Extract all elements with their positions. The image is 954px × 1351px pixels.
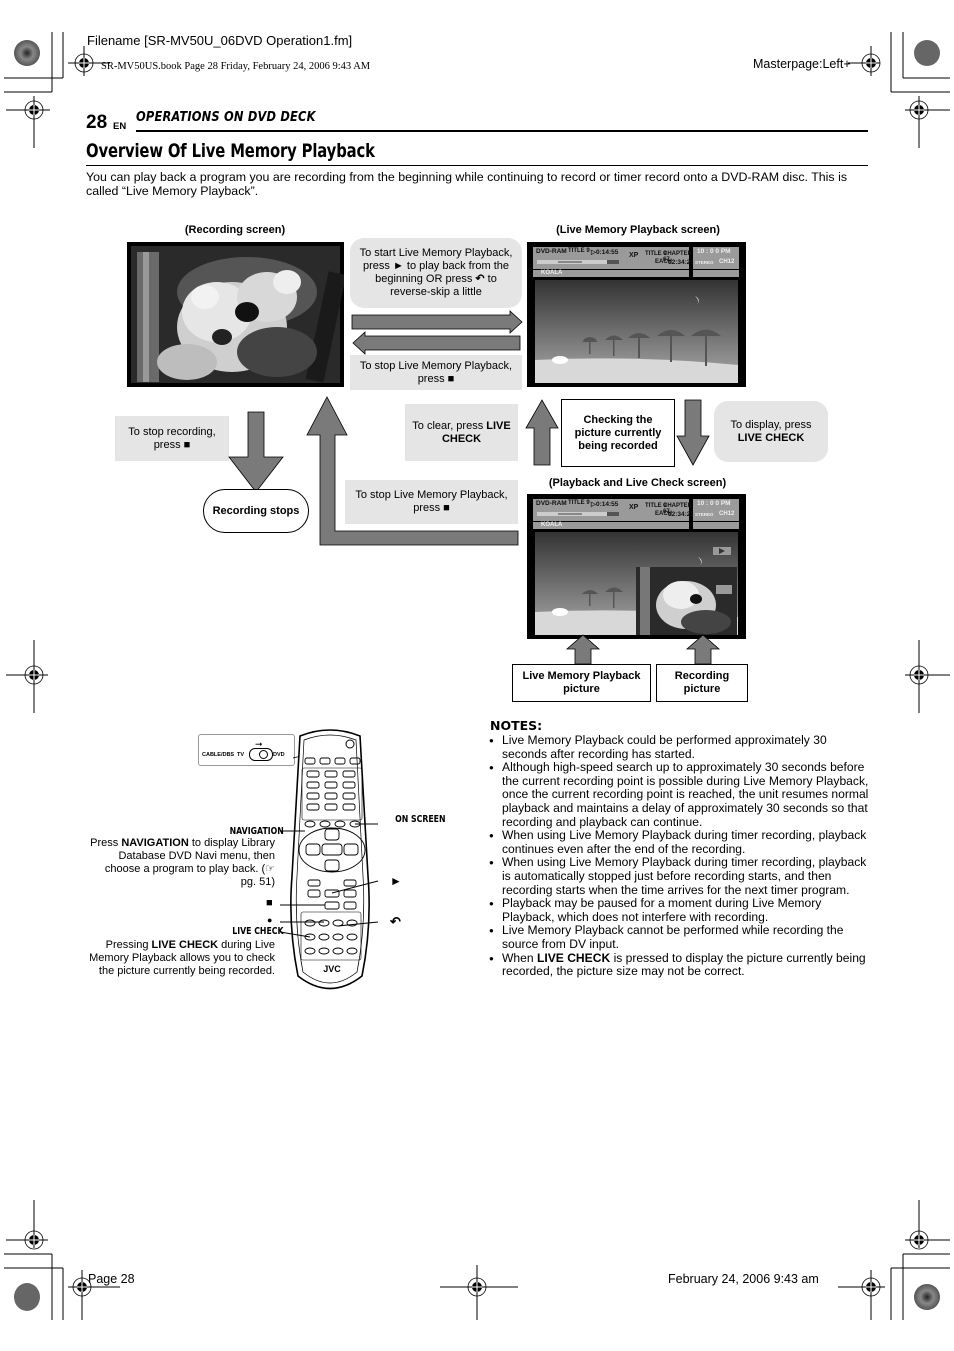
reverse-skip-button-icon: ↶ [390,914,401,929]
stop-icon: ■ [443,502,450,514]
brand-logo: JVC [323,964,341,974]
play-button-icon: ► [390,874,402,888]
page-number: 28 [86,112,108,133]
record-button-icon: ● [267,915,273,925]
up-arrow-clear [525,399,559,466]
horizontal-arrows [351,310,523,355]
recording-screen-caption: (Recording screen) [184,224,286,236]
koala-image [131,246,347,383]
osd-clock-panel: 10 : 0 0 PM STEREO CH12 [693,247,739,269]
clear-instruction: To clear, press LIVE CHECK [405,404,518,461]
footer-page: Page 28 [88,1272,135,1286]
starburst-mark [914,40,940,66]
stop-lmp-instruction-bottom: To stop Live Memory Playback, press ■ [345,480,518,524]
osd-program-name: KOALA [533,522,689,529]
checking-picture-box: Checking the picture currently being rec… [561,399,675,467]
osd-status-panel: DVD-RAM TITLE 9 ▷0:14:55 XP TITLE 9 CHAP… [533,247,694,269]
live-check-label: LIVE CHECK [232,926,284,937]
arrow-right-icon: ➞ [255,739,263,749]
note-item: When LIVE CHECK is pressed to display th… [488,951,870,979]
plc-screen-caption: (Playback and Live Check screen) [548,477,727,489]
navigation-description: Press NAVIGATION to display Library Data… [90,837,275,888]
recording-screen [127,242,347,387]
osd-clock-panel: 10 : 0 0 PM STEREO CH12 [693,499,739,521]
record-indicator-icon [716,585,732,594]
section-rule [136,130,868,132]
recording-stops-terminal: Recording stops [203,489,309,533]
recording-pip-image [636,567,737,635]
starburst-mark [914,1284,940,1310]
notes-list: Live Memory Playback could be performed … [488,733,870,979]
title-rule [86,165,868,166]
plc-screen: DVD-RAM TITLE 9 ▷0:14:55 XP TITLE 9 CHAP… [527,494,746,639]
note-item: Live Memory Playback could be performed … [488,733,870,761]
osd-status-panel: DVD-RAM TITLE 9 ▷0:14:55 XP TITLE 9 CHAP… [533,499,694,521]
masterpage-label: Masterpage:Left+ [753,57,851,71]
reverse-skip-icon: ↶ [475,273,485,285]
osd-progress-bar [537,260,619,264]
footer-date: February 24, 2006 9:43 am [668,1272,819,1286]
intro-paragraph: You can play back a program you are reco… [86,170,848,198]
stop-button-icon: ■ [266,897,273,909]
section-title: OPERATIONS ON DVD DECK [136,110,316,125]
book-line: SR-MV50US.book Page 28 Friday, February … [101,61,371,72]
filename-header: Filename [SR-MV50U_06DVD Operation1.fm] [87,33,353,48]
stop-lmp-instruction-top: To stop Live Memory Playback, press ■ [350,355,522,390]
left-arrow [352,331,521,355]
navigation-label: NAVIGATION [229,826,284,837]
down-arrow-recording [228,411,284,493]
note-item: Although high-speed search up to approxi… [488,760,870,829]
note-item: When using Live Memory Playback during t… [488,856,870,897]
starburst-mark [14,1283,40,1311]
start-lmp-instruction: To start Live Memory Playback, press ► t… [350,238,522,308]
right-arrow [351,310,523,334]
stop-icon: ■ [447,372,455,385]
live-check-description: Pressing LIVE CHECK during Live Memory P… [89,939,275,977]
osd-program-name: KOALA [533,270,689,277]
lmp-picture-label: Live Memory Playback picture [512,664,651,702]
lmp-screen-caption: (Live Memory Playback screen) [556,224,720,236]
stop-recording-instruction: To stop recording, press ■ [115,416,229,461]
display-instruction: To display, press LIVE CHECK [714,401,828,462]
note-item: When using Live Memory Playback during t… [488,828,870,856]
language-tag: EN [113,121,127,132]
up-arrow-recording-picture [685,634,721,665]
lmp-screen: DVD-RAM TITLE 9 ▷0:14:55 XP TITLE 9 CHAP… [527,242,746,387]
beach-scene-image [535,280,738,383]
play-icon: ► [392,260,404,272]
note-item: Playback may be paused for a moment duri… [488,896,870,924]
starburst-mark [14,40,40,66]
recording-picture-label: Recording picture [656,664,748,702]
crop-marks [4,32,950,1320]
notes-heading: NOTES: [490,718,543,733]
note-item: Live Memory Playback cannot be performed… [488,923,870,951]
osd-progress-bar [537,512,619,516]
down-arrow-display [676,399,710,466]
on-screen-label: ON SCREEN [395,814,446,825]
up-arrow-lmp-picture [565,634,601,665]
page-title: Overview Of Live Memory Playback [86,140,375,162]
stop-icon: ■ [183,438,191,451]
remote-control: JVC [280,729,379,990]
